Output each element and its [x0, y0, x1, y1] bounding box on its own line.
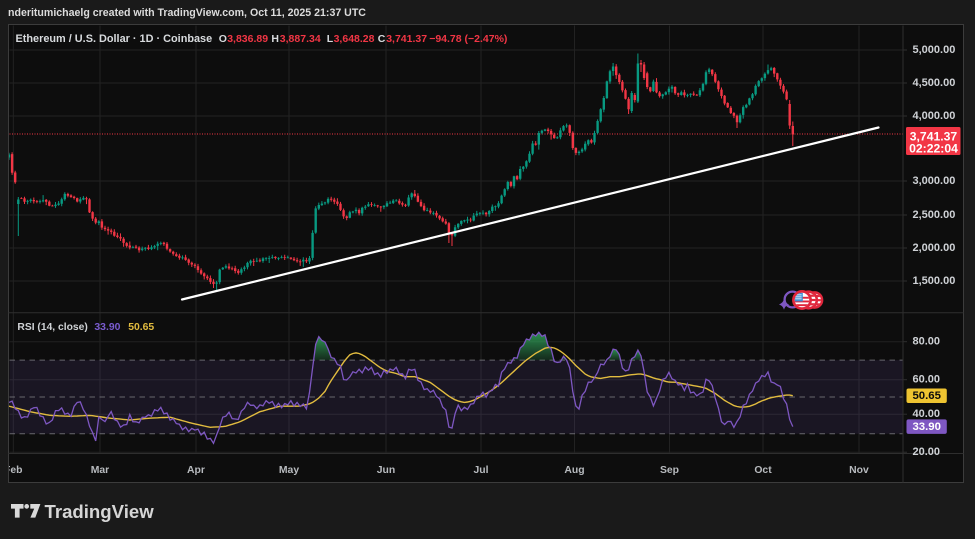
svg-text:Mar: Mar — [91, 465, 109, 476]
svg-text:33.90: 33.90 — [912, 421, 941, 433]
svg-text:2,500.00: 2,500.00 — [913, 209, 956, 221]
svg-text:Apr: Apr — [187, 465, 205, 476]
svg-text:Nov: Nov — [849, 465, 869, 476]
svg-text:RSI (14, close): RSI (14, close) — [17, 322, 87, 333]
svg-text:Oct: Oct — [754, 465, 772, 476]
svg-text:02:22:04: 02:22:04 — [909, 141, 958, 155]
svg-text:3,648.28: 3,648.28 — [334, 33, 375, 45]
svg-text:Jun: Jun — [377, 465, 395, 476]
svg-text:1,500.00: 1,500.00 — [913, 275, 956, 287]
svg-text:nderitumichaelg created with T: nderitumichaelg created with TradingView… — [8, 7, 366, 19]
svg-text:33.90: 33.90 — [94, 322, 120, 333]
svg-text:3,000.00: 3,000.00 — [913, 175, 956, 187]
svg-text:50.65: 50.65 — [128, 322, 154, 333]
svg-text:C: C — [378, 33, 386, 45]
svg-text:80.00: 80.00 — [913, 336, 941, 348]
svg-text:4,500.00: 4,500.00 — [913, 77, 956, 89]
svg-text:60.00: 60.00 — [913, 374, 941, 386]
svg-text:50.65: 50.65 — [912, 390, 941, 402]
svg-text:20.00: 20.00 — [913, 446, 941, 458]
svg-text:Aug: Aug — [564, 465, 584, 476]
svg-text:May: May — [279, 465, 299, 476]
svg-text:Sep: Sep — [660, 465, 679, 476]
svg-text:Jul: Jul — [473, 465, 488, 476]
svg-text:3,836.89: 3,836.89 — [227, 33, 268, 45]
svg-text:5,000.00: 5,000.00 — [913, 44, 956, 56]
svg-text:TradingView: TradingView — [45, 501, 155, 522]
svg-text:3,887.34: 3,887.34 — [280, 33, 321, 45]
svg-text:3,741.37: 3,741.37 — [386, 33, 427, 45]
svg-text:4,000.00: 4,000.00 — [913, 110, 956, 122]
svg-text:Ethereum / U.S. Dollar · 1D ·: Ethereum / U.S. Dollar · 1D · Coinbase — [16, 33, 213, 45]
svg-text:O: O — [219, 33, 227, 45]
svg-text:2,000.00: 2,000.00 — [913, 242, 956, 254]
svg-text:H: H — [271, 33, 279, 45]
svg-text:−94.78 (−2.47%): −94.78 (−2.47%) — [429, 33, 507, 45]
svg-text:40.00: 40.00 — [913, 408, 941, 420]
